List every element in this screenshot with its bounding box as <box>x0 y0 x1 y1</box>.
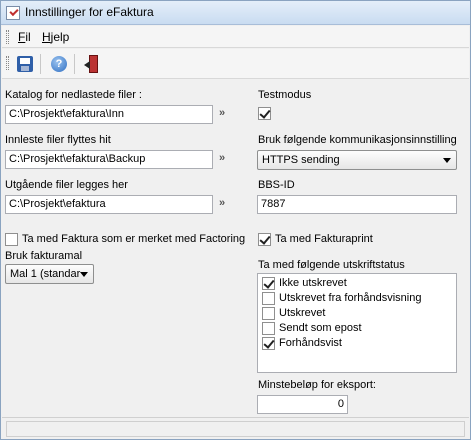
list-item-checkbox[interactable] <box>262 277 275 290</box>
list-item-label: Utskrevet fra forhåndsvisning <box>279 292 422 304</box>
invoiceprint-checkbox[interactable] <box>258 233 271 246</box>
download-dir-field[interactable]: C:\Prosjekt\efaktura\Inn <box>5 105 213 124</box>
menu-fil[interactable]: Fil <box>16 30 33 44</box>
factoring-label: Ta med Faktura som er merket med Factori… <box>22 233 246 245</box>
save-icon <box>17 56 33 72</box>
comm-label: Bruk følgende kommunikasjonsinnstilling <box>258 134 457 146</box>
testmode-label: Testmodus <box>258 89 312 101</box>
list-item-label: Ikke utskrevet <box>279 277 347 289</box>
testmode-checkbox[interactable] <box>258 107 271 120</box>
printstatus-label: Ta med følgende utskriftstatus <box>258 259 405 271</box>
download-dir-label: Katalog for nedlastede filer : <box>5 89 142 101</box>
status-panel <box>6 421 465 437</box>
chevron-down-icon <box>80 272 88 277</box>
comm-select-value: HTTPS sending <box>262 154 340 166</box>
chevron-down-icon <box>443 158 451 163</box>
outgoing-dir-browse-button[interactable]: » <box>219 197 225 209</box>
menu-bar: Fil Hjelp <box>2 26 469 48</box>
read-dir-label: Innleste filer flyttes hit <box>5 134 111 146</box>
toolbar-separator <box>74 54 75 74</box>
template-select[interactable]: Mal 1 (standar <box>5 264 94 284</box>
printstatus-list[interactable]: Ikke utskrevet Utskrevet fra forhåndsvis… <box>257 273 457 373</box>
minamount-field[interactable]: 0 <box>257 395 348 414</box>
read-dir-field[interactable]: C:\Prosjekt\efaktura\Backup <box>5 150 213 169</box>
exit-button[interactable] <box>81 53 103 75</box>
list-item-checkbox[interactable] <box>262 322 275 335</box>
window-title: Innstillinger for eFaktura <box>25 5 154 19</box>
invoiceprint-label: Ta med Fakturaprint <box>275 233 373 245</box>
minamount-label: Minstebeløp for eksport: <box>258 379 376 391</box>
factoring-checkbox[interactable] <box>5 233 18 246</box>
bbs-id-label: BBS-ID <box>258 179 295 191</box>
help-icon: ? <box>51 56 67 72</box>
list-item-checkbox[interactable] <box>262 292 275 305</box>
list-item-checkbox[interactable] <box>262 337 275 350</box>
status-bar <box>2 417 469 439</box>
template-label: Bruk fakturamal <box>5 250 83 262</box>
settings-window: Innstillinger for eFaktura Fil Hjelp ? K… <box>0 0 471 440</box>
bbs-id-field[interactable]: 7887 <box>257 195 457 214</box>
comm-select[interactable]: HTTPS sending <box>257 150 457 170</box>
outgoing-dir-label: Utgående filer legges her <box>5 179 128 191</box>
outgoing-dir-field[interactable]: C:\Prosjekt\efaktura <box>5 195 213 214</box>
menu-hjelp[interactable]: Hjelp <box>40 30 71 44</box>
template-select-value: Mal 1 (standar <box>10 268 81 280</box>
title-bar[interactable]: Innstillinger for eFaktura <box>1 1 470 25</box>
toolbar: ? <box>2 49 469 79</box>
help-button[interactable]: ? <box>48 53 70 75</box>
list-item-label: Utskrevet <box>279 307 326 319</box>
read-dir-browse-button[interactable]: » <box>219 152 225 164</box>
save-button[interactable] <box>14 53 36 75</box>
list-item-label: Sendt som epost <box>279 322 362 334</box>
toolbar-separator <box>40 54 41 74</box>
toolbar-grip-icon[interactable] <box>6 56 9 70</box>
app-icon <box>6 6 20 20</box>
exit-icon <box>84 55 98 73</box>
download-dir-browse-button[interactable]: » <box>219 107 225 119</box>
list-item-label: Forhåndsvist <box>279 337 342 349</box>
list-item-checkbox[interactable] <box>262 307 275 320</box>
menubar-grip-icon[interactable] <box>6 30 9 44</box>
